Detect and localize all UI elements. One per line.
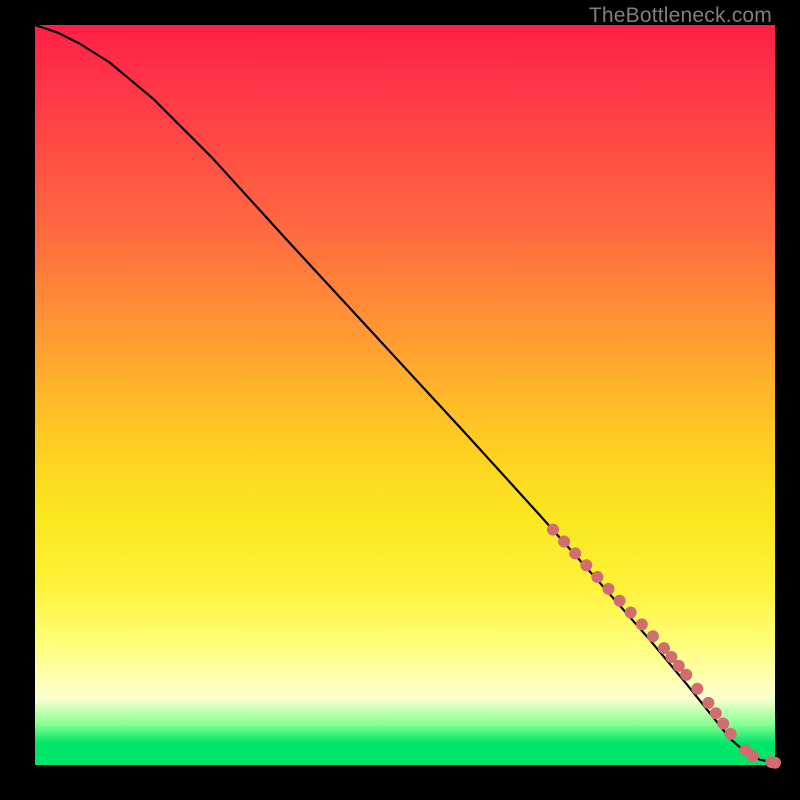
highlight-dot — [580, 559, 592, 571]
highlight-dot — [717, 718, 729, 730]
highlight-dot — [769, 757, 781, 769]
highlight-dot — [747, 750, 759, 762]
highlight-dots — [547, 524, 781, 769]
highlight-dot — [647, 630, 659, 642]
highlight-dot — [702, 697, 714, 709]
highlight-dot — [710, 707, 722, 719]
highlight-dot — [591, 571, 603, 583]
highlight-dot — [614, 595, 626, 607]
highlight-dot — [547, 524, 559, 536]
highlight-dot — [569, 547, 581, 559]
highlight-dot — [680, 669, 692, 681]
highlight-dot — [625, 607, 637, 619]
curve-layer — [35, 25, 775, 765]
highlight-dot — [558, 536, 570, 548]
plot-area — [35, 25, 775, 765]
highlight-dot — [725, 728, 737, 740]
highlight-dot — [691, 683, 703, 695]
chart-stage: TheBottleneck.com — [0, 0, 800, 800]
highlight-dot — [603, 583, 615, 595]
highlight-dot — [636, 618, 648, 630]
